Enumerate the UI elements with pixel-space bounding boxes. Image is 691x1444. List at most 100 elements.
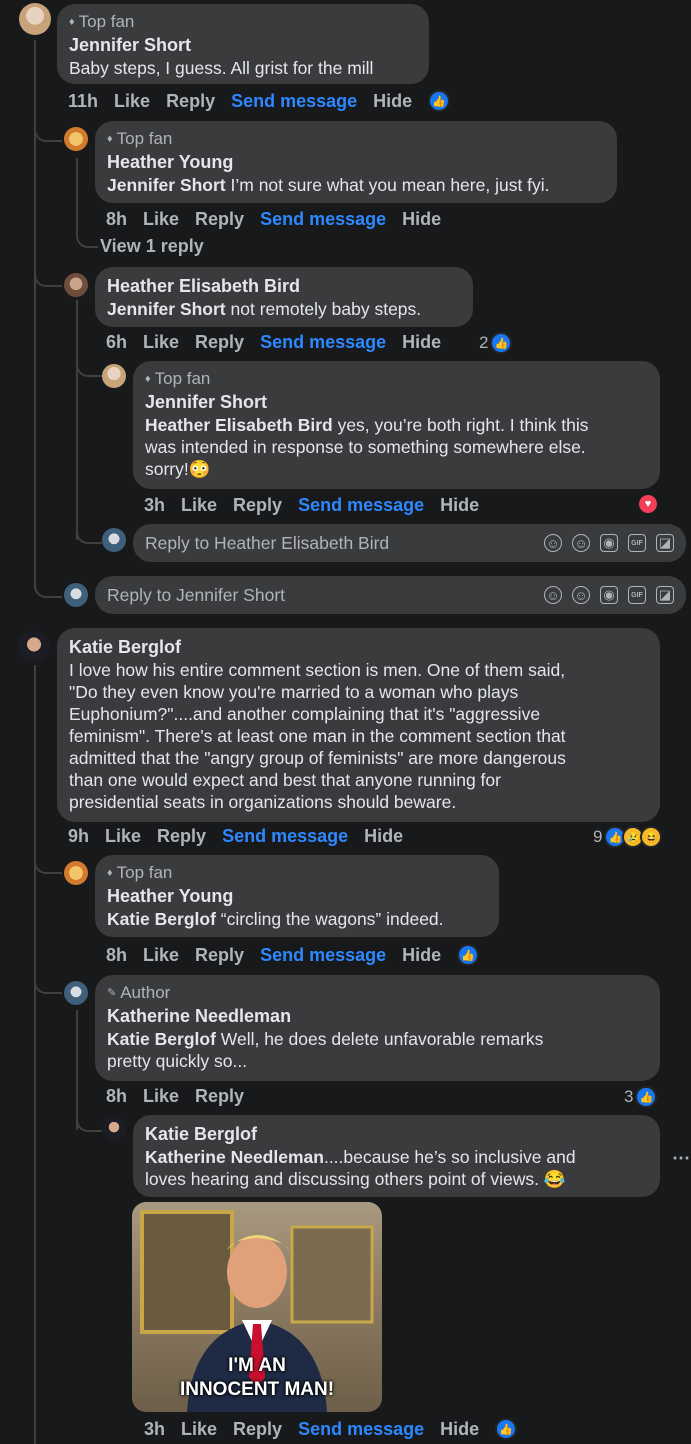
reaction-summary[interactable]: 2 👍: [479, 332, 513, 354]
avatar[interactable]: [18, 631, 50, 663]
avatar-icon[interactable]: ☺: [544, 534, 562, 552]
reply-input[interactable]: Reply to Jennifer Short ☺ ☺ ◉ GIF ◪: [95, 576, 686, 614]
hide-button[interactable]: Hide: [402, 209, 441, 230]
reply-button[interactable]: Reply: [233, 1419, 282, 1440]
send-message-button[interactable]: Send message: [260, 209, 386, 230]
reply-button[interactable]: Reply: [195, 209, 244, 230]
more-icon[interactable]: ⋯: [672, 1148, 691, 1169]
like-icon[interactable]: 👍: [428, 90, 451, 112]
timestamp[interactable]: 9h: [68, 826, 89, 847]
hide-button[interactable]: Hide: [364, 826, 403, 847]
commenter-name[interactable]: Katie Berglof: [145, 1122, 648, 1146]
send-message-button[interactable]: Send message: [222, 826, 348, 847]
avatar[interactable]: [102, 364, 126, 388]
send-message-button[interactable]: Send message: [260, 945, 386, 966]
timestamp[interactable]: 3h: [144, 495, 165, 516]
hide-button[interactable]: Hide: [440, 495, 479, 516]
hide-button[interactable]: Hide: [373, 91, 412, 112]
reaction-summary[interactable]: ♥: [639, 494, 657, 513]
avatar-icon[interactable]: ☺: [544, 586, 562, 604]
sticker-icon[interactable]: ◪: [656, 586, 674, 604]
reply-placeholder: Reply to Jennifer Short: [107, 584, 286, 605]
like-button[interactable]: Like: [114, 91, 150, 112]
gif-attachment[interactable]: I'M AN INNOCENT MAN!: [132, 1202, 382, 1412]
reaction-summary[interactable]: 9 👍 😢 😆: [593, 826, 663, 848]
reply-button[interactable]: Reply: [195, 945, 244, 966]
mention-link[interactable]: Jennifer Short: [107, 175, 226, 195]
timestamp[interactable]: 8h: [106, 1086, 127, 1107]
avatar[interactable]: [64, 127, 88, 151]
like-icon[interactable]: 👍: [457, 944, 480, 966]
like-button[interactable]: Like: [143, 1086, 179, 1107]
mention-link[interactable]: Katie Berglof: [107, 909, 216, 929]
comment-text: Baby steps, I guess. All grist for the m…: [69, 58, 374, 78]
reaction-summary[interactable]: 3 👍: [624, 1086, 658, 1108]
timestamp[interactable]: 8h: [106, 945, 127, 966]
like-button[interactable]: Like: [105, 826, 141, 847]
view-replies-link[interactable]: View 1 reply: [100, 236, 204, 257]
hide-button[interactable]: Hide: [402, 945, 441, 966]
author-pencil-icon: ✎: [107, 987, 117, 999]
avatar[interactable]: [64, 273, 88, 297]
comment-bubble: ♦ Top fan Jennifer Short Baby steps, I gu…: [57, 4, 429, 84]
reply-button[interactable]: Reply: [233, 495, 282, 516]
like-button[interactable]: Like: [181, 1419, 217, 1440]
reply-button[interactable]: Reply: [157, 826, 206, 847]
thread-line: [34, 665, 36, 1444]
like-button[interactable]: Like: [143, 209, 179, 230]
reply-button[interactable]: Reply: [195, 332, 244, 353]
timestamp[interactable]: 11h: [68, 91, 98, 112]
smile-icon[interactable]: ☺: [572, 586, 590, 604]
mention-link[interactable]: Katherine Needleman: [145, 1147, 324, 1167]
sticker-icon[interactable]: ◪: [656, 534, 674, 552]
reply-button[interactable]: Reply: [195, 1086, 244, 1107]
gif-icon[interactable]: GIF: [628, 534, 646, 552]
hide-button[interactable]: Hide: [440, 1419, 479, 1440]
thread-connector: [34, 570, 62, 598]
like-button[interactable]: Like: [181, 495, 217, 516]
like-button[interactable]: Like: [143, 945, 179, 966]
thread-connector: [76, 1110, 102, 1132]
camera-icon[interactable]: ◉: [600, 534, 618, 552]
comment-actions: 8h Like Reply: [106, 1084, 244, 1108]
comment-text: Jennifer Short I’m not sure what you mea…: [107, 175, 550, 195]
timestamp[interactable]: 3h: [144, 1419, 165, 1440]
gif-icon[interactable]: GIF: [628, 586, 646, 604]
reaction-count: 2: [479, 333, 489, 352]
send-message-button[interactable]: Send message: [298, 1419, 424, 1440]
smile-icon[interactable]: ☺: [572, 534, 590, 552]
like-icon[interactable]: 👍: [495, 1418, 518, 1440]
top-fan-icon: ♦: [107, 133, 113, 145]
commenter-name[interactable]: Jennifer Short: [69, 33, 417, 57]
comment-bubble: Heather Elisabeth Bird Jennifer Short no…: [95, 267, 473, 327]
mention-link[interactable]: Jennifer Short: [107, 299, 226, 319]
commenter-name[interactable]: Heather Young: [107, 150, 605, 174]
camera-icon[interactable]: ◉: [600, 586, 618, 604]
comment-text: Jennifer Short not remotely baby steps.: [107, 299, 422, 319]
hide-button[interactable]: Hide: [402, 332, 441, 353]
comment-actions: 9h Like Reply Send message Hide: [68, 824, 403, 848]
reaction-count: 3: [624, 1087, 634, 1106]
badge-label: Top fan: [116, 129, 173, 148]
send-message-button[interactable]: Send message: [260, 332, 386, 353]
like-button[interactable]: Like: [143, 332, 179, 353]
avatar[interactable]: [102, 1117, 126, 1141]
reply-input[interactable]: Reply to Heather Elisabeth Bird ☺ ☺ ◉ GI…: [133, 524, 686, 562]
commenter-name[interactable]: Heather Young: [107, 884, 487, 908]
timestamp[interactable]: 8h: [106, 209, 127, 230]
avatar[interactable]: [19, 3, 51, 35]
send-message-button[interactable]: Send message: [231, 91, 357, 112]
reply-button[interactable]: Reply: [166, 91, 215, 112]
commenter-name[interactable]: Katie Berglof: [69, 635, 648, 659]
avatar[interactable]: [64, 861, 88, 885]
commenter-name[interactable]: Jennifer Short: [145, 390, 648, 414]
comment-actions: 3h Like Reply Send message Hide: [144, 493, 479, 517]
mention-link[interactable]: Katie Berglof: [107, 1029, 216, 1049]
comment-text: Heather Elisabeth Bird yes, you’re both …: [145, 415, 589, 479]
send-message-button[interactable]: Send message: [298, 495, 424, 516]
mention-link[interactable]: Heather Elisabeth Bird: [145, 415, 333, 435]
commenter-name[interactable]: Heather Elisabeth Bird: [107, 274, 461, 298]
avatar[interactable]: [64, 981, 88, 1005]
timestamp[interactable]: 6h: [106, 332, 127, 353]
commenter-name[interactable]: Katherine Needleman: [107, 1004, 648, 1028]
